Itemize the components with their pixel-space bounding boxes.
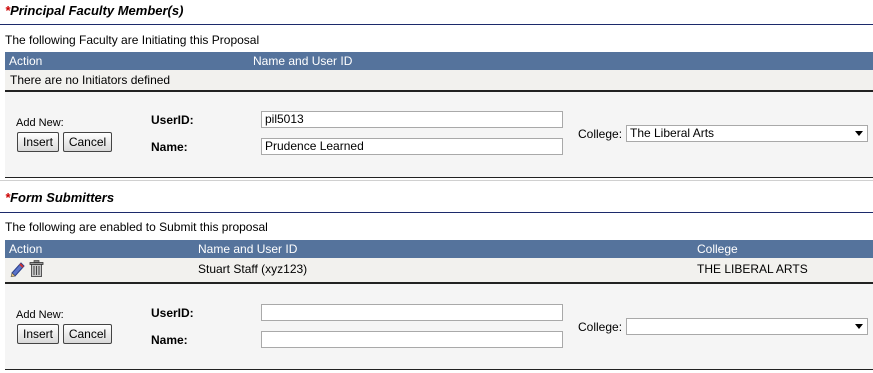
table-row: Stuart Staff (xyz123) THE LIBERAL ARTS: [5, 258, 873, 282]
col-action: Action: [9, 242, 43, 256]
principal-section-header: *Principal Faculty Member(s): [0, 0, 873, 25]
principal-section-title: *Principal Faculty Member(s): [5, 3, 183, 18]
principal-add-panel: Add New: Insert Cancel UserID: pil5013 N…: [5, 90, 873, 178]
submitter-college: THE LIBERAL ARTS: [697, 262, 808, 276]
insert-button[interactable]: Insert: [17, 324, 59, 344]
userid-field[interactable]: [261, 304, 563, 321]
submitters-section-title: *Form Submitters: [5, 190, 114, 205]
empty-text: There are no Initiators defined: [10, 73, 171, 87]
submitters-add-panel: Add New: Insert Cancel UserID: Name: Col…: [5, 282, 873, 370]
cancel-button[interactable]: Cancel: [63, 324, 112, 344]
submitters-description: The following are enabled to Submit this…: [5, 220, 268, 234]
submitters-title-text: Form Submitters: [10, 190, 115, 205]
name-field[interactable]: Prudence Learned: [261, 138, 563, 155]
userid-label: UserID:: [151, 306, 194, 320]
section-divider: [0, 180, 873, 181]
userid-label: UserID:: [151, 113, 194, 127]
principal-empty-row: There are no Initiators defined: [5, 70, 873, 90]
name-label: Name:: [151, 333, 188, 347]
add-new-label: Add New:: [16, 309, 64, 321]
add-new-label: Add New:: [16, 117, 64, 129]
pencil-icon[interactable]: [9, 260, 26, 280]
col-name: Name and User ID: [253, 54, 353, 68]
chevron-down-icon: [855, 324, 863, 329]
principal-title-text: Principal Faculty Member(s): [10, 3, 184, 18]
name-label: Name:: [151, 140, 188, 154]
trash-icon[interactable]: [29, 260, 44, 280]
col-name: Name and User ID: [198, 242, 298, 256]
userid-field[interactable]: pil5013: [261, 111, 563, 128]
name-field[interactable]: [261, 331, 563, 348]
college-select[interactable]: The Liberal Arts: [626, 125, 868, 142]
insert-button[interactable]: Insert: [17, 132, 59, 152]
principal-table-header: Action Name and User ID: [5, 52, 873, 70]
college-label: College:: [578, 320, 623, 334]
submitters-section-header: *Form Submitters: [0, 186, 873, 213]
submitters-table-header: Action Name and User ID College: [5, 240, 873, 258]
col-action: Action: [9, 54, 43, 68]
college-select[interactable]: [626, 318, 868, 335]
submitter-name: Stuart Staff (xyz123): [198, 262, 308, 276]
col-college: College: [697, 242, 738, 256]
chevron-down-icon: [855, 131, 863, 136]
college-label: College:: [578, 127, 623, 141]
principal-description: The following Faculty are Initiating thi…: [5, 33, 260, 47]
cancel-button[interactable]: Cancel: [63, 132, 112, 152]
college-select-value: The Liberal Arts: [630, 126, 715, 140]
